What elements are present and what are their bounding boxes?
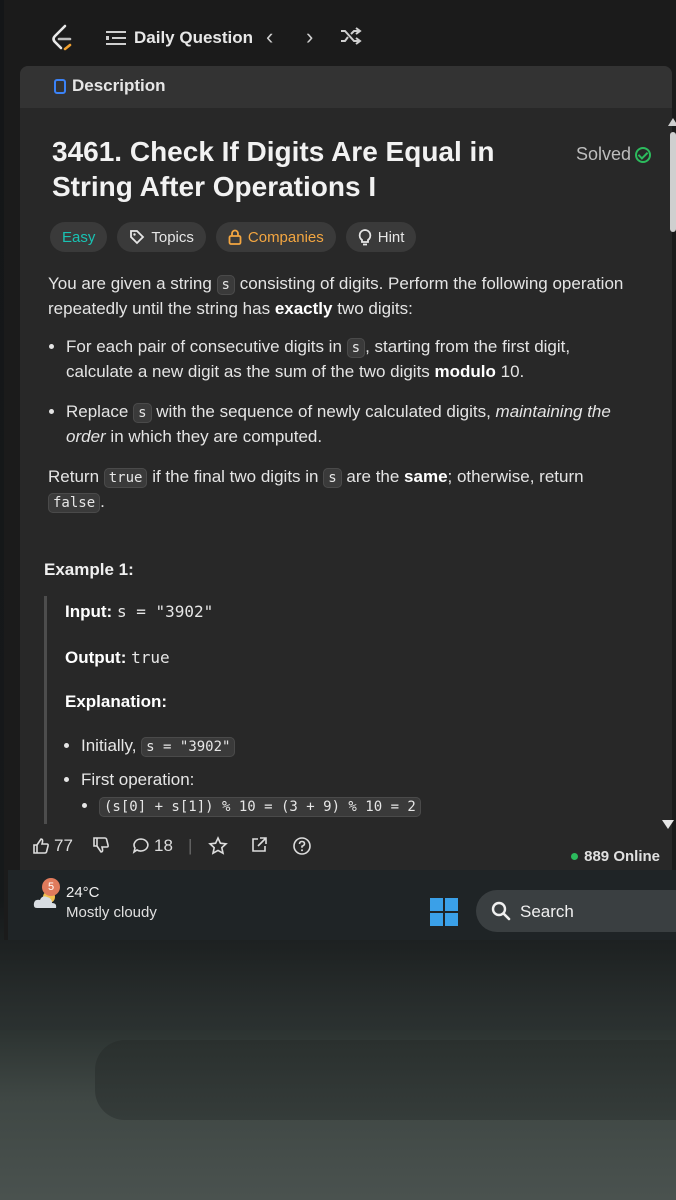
explanation-list: Initially, s = "3902" First operation: (… — [63, 736, 421, 830]
inline-code: true — [103, 468, 148, 488]
online-dot-icon — [571, 853, 579, 860]
inline-code: s = "3902" — [141, 737, 236, 757]
description-icon — [54, 78, 66, 94]
difficulty-label: Easy — [62, 228, 96, 246]
tab-description-label: Description — [72, 76, 166, 95]
lock-icon — [228, 229, 242, 245]
solved-status: Solved — [576, 144, 652, 165]
list-item: For each pair of consecutive digits in s… — [66, 335, 638, 384]
difficulty-badge: Easy — [50, 222, 108, 252]
inline-code: false — [48, 493, 101, 513]
laptop-hinge — [95, 1040, 676, 1120]
divider: | — [188, 836, 193, 855]
example-explanation: Explanation: — [65, 692, 168, 711]
taskbar-search[interactable]: Search — [476, 890, 676, 932]
problem-title[interactable]: 3461. Check If Digits Are Equal in Strin… — [52, 134, 522, 204]
scroll-down-icon[interactable] — [662, 820, 674, 829]
comment-icon — [132, 838, 149, 854]
dislike-button[interactable] — [92, 836, 110, 854]
scrollbar[interactable] — [662, 118, 676, 829]
list-item: Initially, s = "3902" — [81, 736, 421, 757]
screen: Daily Question ‹ › Description 3461. Che… — [4, 0, 676, 940]
panel-tab-bar: Description — [20, 66, 672, 108]
shuffle-icon[interactable] — [340, 26, 362, 46]
example-heading: Example 1: — [44, 560, 134, 579]
star-icon — [208, 836, 228, 855]
like-count: 77 — [54, 836, 73, 855]
share-button[interactable] — [250, 836, 268, 854]
daily-question-link[interactable]: Daily Question — [134, 28, 253, 48]
sub-list: (s[0] + s[1]) % 10 = (3 + 9) % 10 = 2 — [81, 796, 421, 817]
inline-code: s — [346, 338, 366, 358]
search-icon — [491, 901, 511, 921]
share-icon — [252, 837, 267, 852]
thumbs-up-icon — [33, 838, 49, 854]
problem-list-icon[interactable] — [106, 30, 126, 46]
example-output: Output: true — [65, 648, 170, 667]
weather-temperature[interactable]: 24°C — [66, 884, 100, 901]
tab-description[interactable]: Description — [54, 76, 166, 96]
hint-button[interactable]: Hint — [345, 222, 417, 252]
prev-question-button[interactable]: ‹ — [266, 24, 273, 50]
return-paragraph: Return true if the final two digits in s… — [48, 467, 584, 513]
weather-description[interactable]: Mostly cloudy — [66, 904, 157, 921]
top-nav: Daily Question ‹ › — [4, 10, 676, 66]
comments-button[interactable]: 18 — [132, 836, 173, 856]
operation-list: For each pair of consecutive digits in s… — [48, 335, 638, 449]
thumbs-down-icon — [93, 837, 109, 853]
solved-label: Solved — [576, 144, 632, 164]
online-count: 889 Online — [571, 848, 660, 865]
companies-button[interactable]: Companies — [215, 222, 336, 252]
windows-start-icon[interactable] — [430, 898, 458, 926]
inline-code: s — [133, 403, 152, 423]
list-item: Replace s with the sequence of newly cal… — [66, 400, 638, 449]
favorite-button[interactable] — [208, 836, 228, 856]
search-label: Search — [520, 902, 574, 921]
tag-row: Easy Topics Companies Hint — [50, 222, 417, 252]
leetcode-logo-icon[interactable] — [50, 24, 76, 52]
scroll-up-icon[interactable] — [668, 118, 676, 126]
topics-label: Topics — [151, 228, 194, 246]
list-item: (s[0] + s[1]) % 10 = (3 + 9) % 10 = 2 — [99, 796, 421, 817]
intro-paragraph: You are given a string s consisting of d… — [48, 274, 624, 318]
windows-taskbar: 5 24°C Mostly cloudy Search — [8, 870, 676, 940]
hint-label: Hint — [377, 228, 405, 246]
companies-label: Companies — [247, 228, 324, 246]
inline-code: s — [323, 468, 342, 488]
online-label: 889 Online — [584, 848, 660, 865]
weather-alert-badge[interactable]: 5 — [42, 878, 60, 896]
question-icon — [293, 837, 311, 855]
tag-icon — [130, 230, 145, 245]
check-circle-icon — [635, 146, 652, 163]
next-question-button[interactable]: › — [306, 24, 313, 50]
like-button[interactable]: 77 — [32, 836, 73, 856]
help-button[interactable] — [292, 836, 312, 856]
inline-code: (s[0] + s[1]) % 10 = (3 + 9) % 10 = 2 — [99, 797, 421, 817]
example-input: Input: s = "3902" — [65, 602, 214, 621]
list-item: First operation: (s[0] + s[1]) % 10 = (3… — [81, 770, 421, 817]
topics-button[interactable]: Topics — [117, 222, 206, 252]
scroll-thumb[interactable] — [670, 132, 676, 232]
description-panel: Description 3461. Check If Digits Are Eq… — [20, 66, 672, 878]
lightbulb-icon — [358, 228, 371, 245]
comment-count: 18 — [154, 836, 173, 855]
problem-description: You are given a string s consisting of d… — [48, 272, 638, 515]
inline-code: s — [216, 275, 235, 295]
